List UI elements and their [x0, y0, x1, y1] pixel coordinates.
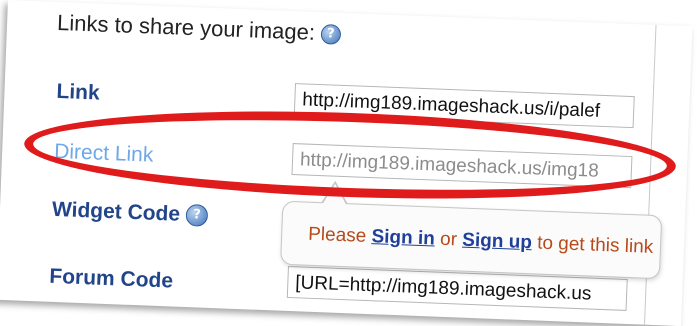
widget-help-icon[interactable]: ? — [185, 204, 209, 228]
panel-heading: Links to share your image:? — [57, 10, 342, 47]
link-field[interactable]: http://img189.imageshack.us/i/palef — [293, 83, 635, 129]
direct-link-label: Direct Link — [53, 139, 154, 167]
panel-heading-text: Links to share your image: — [56, 9, 316, 45]
tooltip-middle: or — [434, 228, 463, 251]
widget-code-label: Widget Code? — [52, 198, 209, 228]
tooltip-arrow-fill — [322, 183, 348, 206]
share-links-panel: Links to share your image:? Link http://… — [0, 0, 693, 326]
help-icon[interactable]: ? — [320, 24, 342, 45]
sign-up-link[interactable]: Sign up — [462, 230, 532, 254]
forum-code-label: Forum Code — [48, 264, 174, 293]
sign-in-tooltip: Please Sign in or Sign up to get this li… — [280, 200, 663, 280]
link-label: Link — [56, 79, 101, 105]
sign-in-link[interactable]: Sign in — [371, 226, 435, 249]
panel-right-border — [644, 24, 667, 326]
widget-code-label-text: Widget Code — [51, 197, 181, 226]
tooltip-suffix: to get this link — [531, 232, 654, 258]
tooltip-prefix: Please — [307, 223, 372, 248]
